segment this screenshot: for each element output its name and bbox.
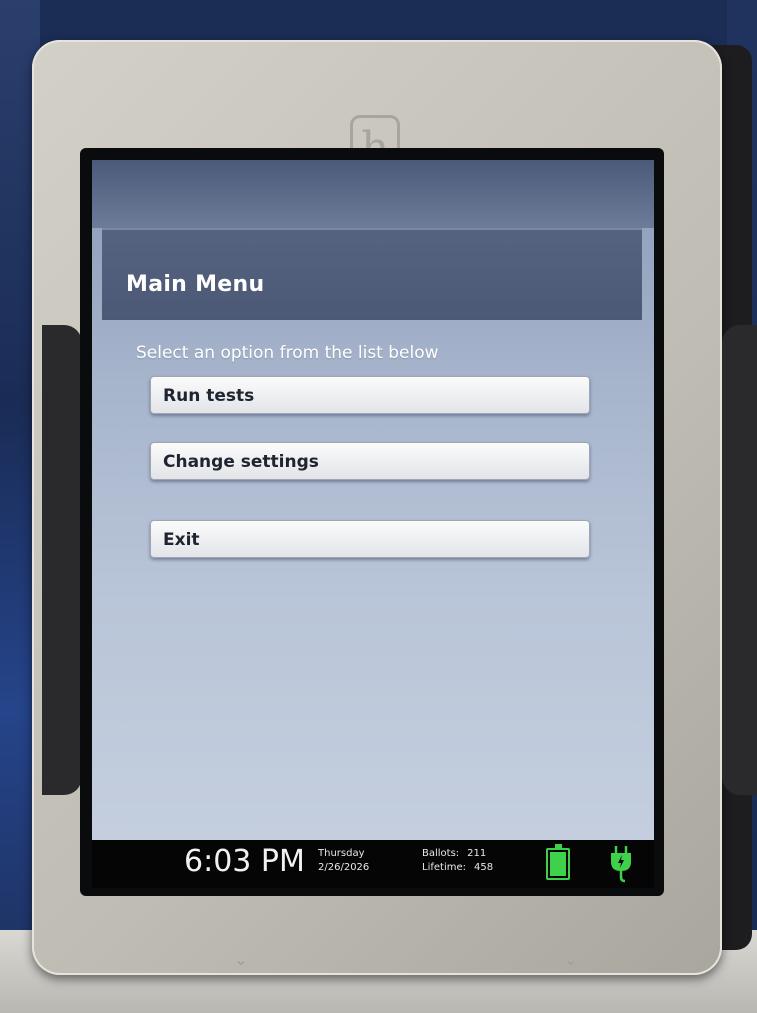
page-title: Main Menu	[126, 272, 265, 297]
clock: 6:03 PM	[184, 844, 305, 879]
stand-arrow-right: ⌄	[564, 950, 578, 969]
ballots-value: 211	[467, 848, 487, 859]
date-label: 2/26/2026	[318, 862, 370, 873]
lifetime-row: Lifetime: 458	[422, 861, 493, 875]
ballots-label: Ballots:	[422, 848, 460, 859]
run-tests-button[interactable]: Run tests	[150, 376, 590, 414]
stand-arrow-left: ⌄	[234, 950, 248, 969]
title-bar: Main Menu	[102, 228, 642, 320]
screen-header-strip	[92, 160, 654, 228]
status-bar: 6:03 PM Thursday 2/26/2026 Ballots: 211 L…	[92, 840, 654, 888]
touch-screen: Main Menu Select an option from the list…	[92, 160, 654, 840]
ballots-row: Ballots: 211	[422, 847, 493, 861]
frame-grip-right	[722, 325, 757, 795]
plug-charging-icon	[611, 846, 631, 883]
day-label: Thursday	[318, 848, 365, 859]
exit-button[interactable]: Exit	[150, 520, 590, 558]
lifetime-value: 458	[473, 862, 494, 873]
change-settings-button[interactable]: Change settings	[150, 442, 590, 480]
frame-grip-left	[42, 325, 82, 795]
instruction-text: Select an option from the list below	[136, 343, 439, 363]
ballot-counts: Ballots: 211 Lifetime: 458	[422, 847, 493, 875]
battery-fill	[550, 852, 566, 876]
lifetime-label: Lifetime:	[422, 862, 466, 873]
battery-full-icon	[546, 844, 570, 880]
date-display: Thursday 2/26/2026	[318, 847, 369, 875]
